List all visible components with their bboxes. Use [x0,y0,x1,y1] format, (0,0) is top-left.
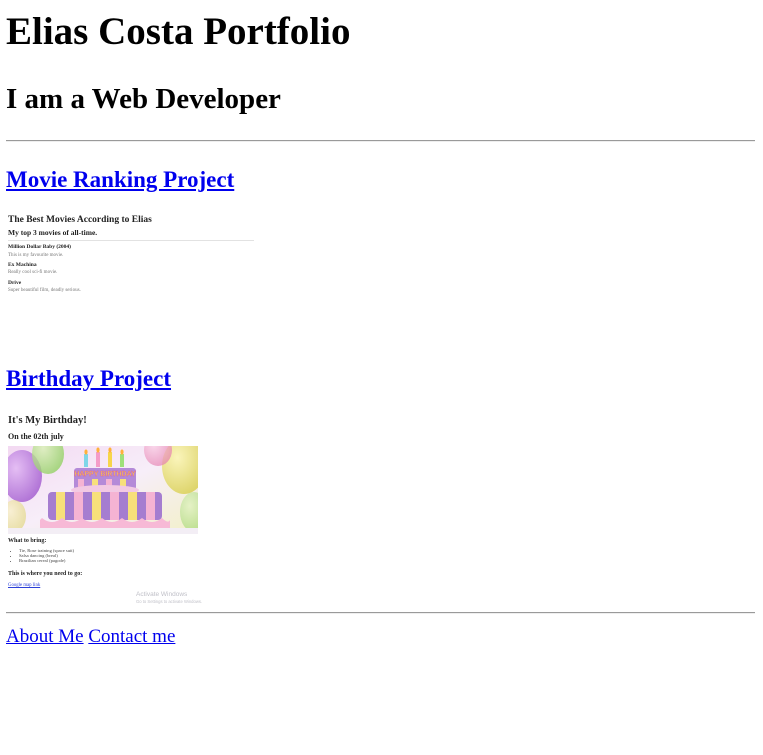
thumb-movie-desc: Really cool sci-fi movie. [8,270,58,275]
thumb-where-heading: This is where you need to go: [8,571,83,577]
birthday-project-thumbnail: It's My Birthday! On the 02th july HAPPY… [6,414,236,606]
list-item: Brazilian cereal (pagode) [19,558,74,563]
birthday-cake-image: HAPPY BIRTHDAY [8,446,198,534]
thumb-movie-desc: This is my favourite movie. [8,253,64,258]
windows-activation-watermark: Activate Windows Go to Settings to activ… [136,591,202,604]
project-heading-birthday: Birthday Project [6,365,171,393]
thumb-bring-list: Tie, Rose training (space suit) Salsa da… [10,548,74,563]
thumb-birthday-date: On the 02th july [8,432,64,441]
movie-project-link[interactable]: Movie Ranking Project [6,167,234,192]
page-subtitle: I am a Web Developer [6,83,281,115]
watermark-line-2: Go to Settings to activate Windows. [136,599,203,604]
about-me-link[interactable]: About Me [6,626,84,647]
footer-nav: About Me Contact me [6,625,175,649]
page-title: Elias Costa Portfolio [6,10,351,53]
thumb-movie-title: The Best Movies According to Elias [8,215,152,225]
thumb-movie-item: Million Dollar Baby (2004) [8,244,71,250]
thumb-movie-subtitle: My top 3 movies of all-time. [8,228,98,237]
birthday-project-link[interactable]: Birthday Project [6,366,171,391]
watermark-line-1: Activate Windows [136,591,188,598]
cake-banner-text: HAPPY BIRTHDAY [74,471,136,478]
thumb-divider [8,240,254,241]
project-heading-movie: Movie Ranking Project [6,166,234,194]
thumb-bring-heading: What to bring: [8,538,47,544]
divider-bottom [6,612,755,614]
thumb-map-link: Google map link [8,583,41,588]
thumb-birthday-title: It's My Birthday! [8,415,87,426]
movie-project-thumbnail: The Best Movies According to Elias My to… [6,214,256,298]
contact-me-link[interactable]: Contact me [88,626,175,647]
thumb-movie-item: Ex Machina [8,262,37,268]
divider-top [6,140,755,142]
thumb-movie-desc: Super beautiful film, deadly serious. [8,288,81,293]
thumb-movie-item: Drive [8,280,22,286]
